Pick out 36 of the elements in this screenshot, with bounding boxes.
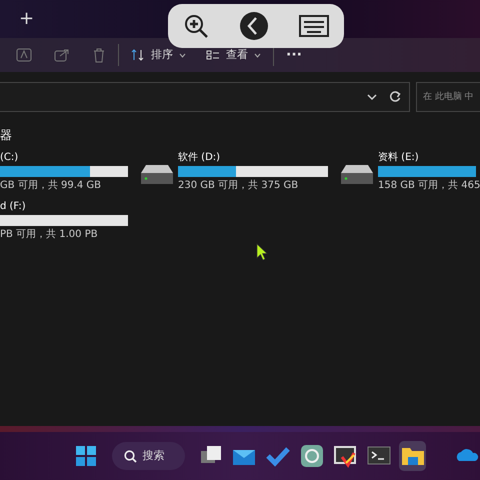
arrow-circle-icon <box>239 11 269 41</box>
chevron-down-icon <box>367 94 377 100</box>
new-tab-button[interactable]: + <box>17 10 36 28</box>
rename-icon <box>16 48 32 62</box>
paint-icon <box>332 443 358 469</box>
drive-info: 158 GB 可用，共 465 <box>378 178 480 193</box>
caret-icon <box>254 52 261 58</box>
drive-label[interactable]: (C:) <box>0 150 128 165</box>
windows-icon <box>76 446 96 466</box>
sort-button[interactable]: 排序 <box>127 44 190 66</box>
mouse-cursor-icon <box>256 243 268 261</box>
view-icon <box>206 49 220 61</box>
search-icon <box>124 450 137 462</box>
drive-info: 230 GB 可用，共 375 GB <box>178 178 300 193</box>
sort-icon <box>131 49 145 61</box>
taskbar-search[interactable]: 搜索 <box>112 442 185 470</box>
caret-icon <box>179 52 186 58</box>
drive-icon <box>140 164 174 186</box>
drive-icon <box>340 164 374 186</box>
address-field[interactable] <box>0 82 410 112</box>
view-button[interactable]: 查看 <box>202 44 265 66</box>
search-field[interactable]: 在 此电脑 中 <box>416 82 480 112</box>
drive-label[interactable]: d (F:) <box>0 199 128 214</box>
more-button[interactable]: ··· <box>282 42 306 68</box>
drive-info: GB 可用，共 99.4 GB <box>0 178 102 193</box>
drive-info: PB 可用，共 1.00 PB <box>0 228 99 242</box>
drive-label[interactable]: 资料 (E:) <box>378 150 480 165</box>
trash-icon <box>92 48 106 62</box>
share-icon <box>54 48 70 62</box>
zoom-in-icon <box>183 13 209 39</box>
chat-bubble-icon <box>298 443 325 469</box>
refresh-icon <box>389 91 401 103</box>
taskbar-app-button[interactable] <box>398 441 426 471</box>
drive-label[interactable]: 软件 (D:) <box>178 150 328 165</box>
section-title: 器 <box>0 127 13 144</box>
keyboard-icon <box>299 14 329 38</box>
